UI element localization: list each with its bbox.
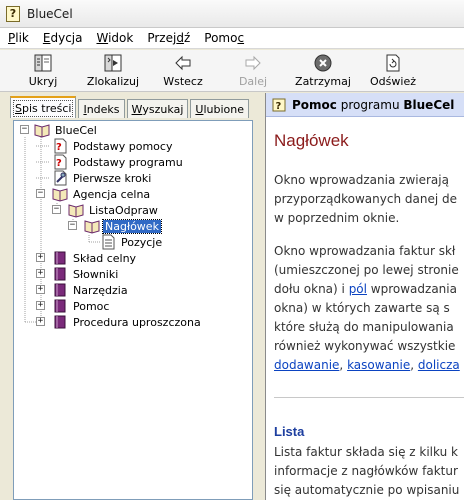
page-title: Nagłówek [274,131,349,150]
menu-bar: Plik Edycja Widok Przejdź Pomoc [0,28,464,49]
link-kasowanie[interactable]: kasowanie [347,358,410,372]
header-bold-app: BlueCel [403,97,455,112]
tree-expand-toggle[interactable]: + [36,269,45,278]
arrow-right-icon [243,53,263,73]
toolbar: Ukryj Zlokalizuj Wstecz Dalej Zatrzymaj … [0,50,464,92]
menu-pomoc[interactable]: Pomoc [204,31,244,45]
link-pol[interactable]: pól [349,282,367,296]
help-content-pane: ? Pomoc programu BlueCel Nagłówek Okno w… [265,93,464,500]
tree-collapse-toggle[interactable]: − [36,189,45,198]
tab-contents[interactable]: Spis treści [10,96,77,118]
tree-node-customs-agency[interactable]: Agencja celna [52,186,152,202]
svg-text:?: ? [56,142,62,153]
open-book-icon [52,188,68,202]
tree-node-clearance-list[interactable]: ListaOdpraw [68,202,160,218]
menu-edycja[interactable]: Edycja [43,31,83,45]
help-page-icon: ? [54,138,67,154]
section-title-lista: Lista [274,424,305,439]
stop-label: Zatrzymaj [295,75,351,88]
forward-label: Dalej [238,75,268,88]
tree-node-help[interactable]: Pomoc [52,298,111,314]
closed-book-icon [54,267,66,281]
tree-node-tools[interactable]: Narzędzia [52,282,130,298]
closed-book-icon [54,315,66,329]
svg-text:?: ? [276,101,282,112]
tree-node-dictionaries[interactable]: Słowniki [52,266,120,282]
back-label: Wstecz [163,75,203,88]
paragraph-intro: Okno wprowadzania zwierają przyporządkow… [274,173,457,225]
link-dolicza[interactable]: dolicza [418,358,460,372]
contents-tree[interactable]: − BlueCel ? Podstawy pomocy ? Podstawy p… [13,120,253,500]
header-middle: programu [336,97,404,112]
locate-icon [103,53,123,73]
open-book-icon [68,204,84,218]
window-title: BlueCel [27,6,73,21]
refresh-button[interactable]: Odśwież [358,50,428,92]
tree-node-first-steps[interactable]: Pierwsze kroki [52,170,153,186]
tree-node-customs-warehouse[interactable]: Skład celny [52,250,138,266]
nav-tabs: Spis treści Indeks Wyszukaj Ulubione [10,96,251,118]
help-page-icon: ? [54,154,67,170]
back-button[interactable]: Wstecz [148,50,218,92]
tree-node-program-basics[interactable]: ? Podstawy programu [52,154,185,170]
help-app-icon: ? [6,5,20,22]
tab-search[interactable]: Wyszukaj [126,99,189,118]
tree-node-simplified-procedure[interactable]: Procedura uproszczona [52,314,203,330]
forward-button[interactable]: Dalej [218,50,288,92]
svg-text:?: ? [56,158,62,169]
navigation-pane: Spis treści Indeks Wyszukaj Ulubione − B… [0,93,261,500]
content-header: ? Pomoc programu BlueCel [266,93,464,117]
refresh-label: Odśwież [370,75,416,88]
stop-icon [313,53,333,73]
hide-button[interactable]: Ukryj [8,50,78,92]
locate-button[interactable]: Zlokalizuj [78,50,148,92]
tab-index[interactable]: Indeks [78,99,125,118]
header-bold-help: Pomoc [292,97,337,112]
tree-expand-toggle[interactable]: + [36,253,45,262]
paragraph-lista: Lista faktur składa się z kilku k inform… [274,445,460,497]
paragraph-invoices: Okno wprowadzania faktur skł (umieszczon… [274,244,460,372]
tree-expand-toggle[interactable]: + [36,285,45,294]
title-bar: ? BlueCel [0,0,464,28]
tree-node-items[interactable]: Pozycje [100,234,164,250]
tree-collapse-toggle[interactable]: − [20,125,29,134]
tools-page-icon [54,170,67,186]
help-article: Nagłówek Okno wprowadzania zwierają przy… [274,117,464,500]
refresh-icon [383,53,403,73]
section-divider [274,397,464,398]
arrow-left-icon [173,53,193,73]
tree-expand-toggle[interactable]: + [36,317,45,326]
tab-favorites[interactable]: Ulubione [190,99,249,118]
hide-pane-icon [33,53,53,73]
link-dodawanie[interactable]: dodawanie [274,358,339,372]
document-page-icon [102,234,115,250]
menu-przejdz[interactable]: Przejdź [147,31,190,45]
tree-expand-toggle[interactable]: + [36,301,45,310]
open-book-icon [34,124,50,138]
closed-book-icon [54,299,66,313]
tree-node-header-selected[interactable]: Nagłówek [84,218,162,234]
tree-node-help-basics[interactable]: ? Podstawy pomocy [52,138,174,154]
open-book-icon [84,220,100,234]
menu-widok[interactable]: Widok [96,31,133,45]
stop-button[interactable]: Zatrzymaj [288,50,358,92]
closed-book-icon [54,283,66,297]
closed-book-icon [54,251,66,265]
tree-node-root[interactable]: BlueCel [34,122,99,138]
locate-label: Zlokalizuj [86,75,140,88]
menu-plik[interactable]: Plik [8,31,29,45]
tree-collapse-toggle[interactable]: − [68,221,77,230]
help-app-icon: ? [272,98,286,112]
tree-collapse-toggle[interactable]: − [52,205,61,214]
hide-label: Ukryj [28,75,58,88]
